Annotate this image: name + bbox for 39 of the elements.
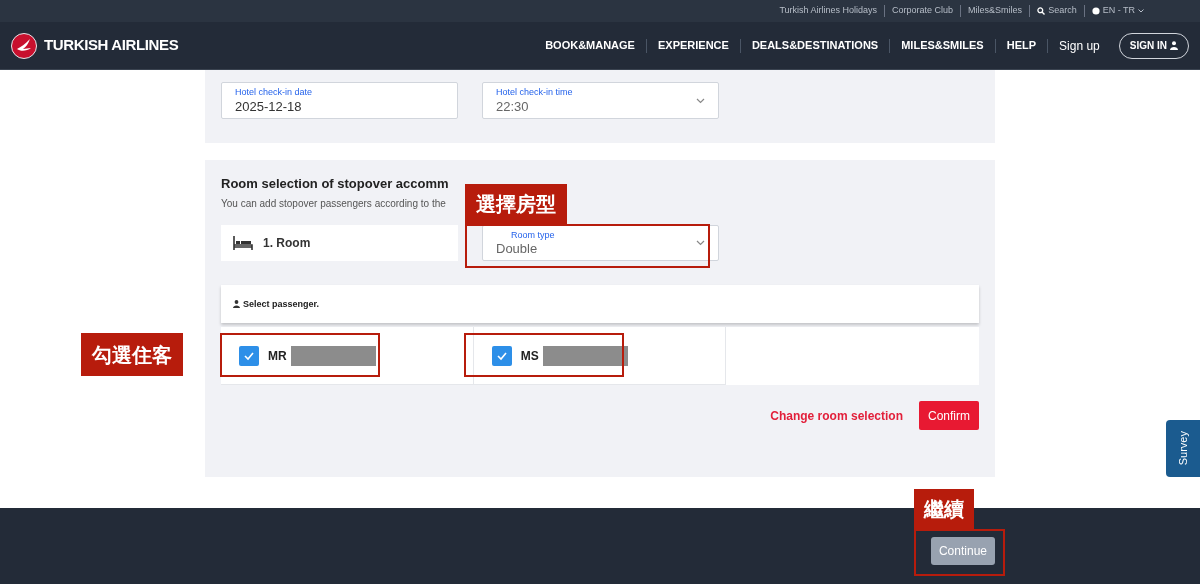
search-icon [1037,7,1046,15]
survey-tab[interactable]: Survey [1166,420,1200,477]
globe-icon [1091,7,1100,15]
chevron-down-icon [696,97,705,104]
user-icon [1170,41,1178,50]
continue-button: Continue [930,537,995,565]
search-link[interactable]: Search [1037,4,1077,18]
brand-name: TURKISH AIRLINES [44,35,179,56]
change-room-link[interactable]: Change room selection [770,406,903,425]
nav-link[interactable]: DEALS&DESTINATIONS [751,37,879,54]
annotation-label: 繼續 [914,489,974,529]
checkin-date-field[interactable]: Hotel check-in date 2025-12-18 [221,82,458,119]
utility-link[interactable]: Corporate Club [892,4,954,18]
passenger-name: MS [520,347,539,365]
checkbox[interactable] [491,345,512,366]
sign-up-link[interactable]: Sign up [1059,36,1100,55]
confirm-button[interactable]: Confirm [919,401,979,431]
bed-icon [233,236,253,251]
nav-link[interactable]: EXPERIENCE [657,37,729,54]
section-subtitle: You can add stopover passengers according to the [221,197,446,212]
nav-link[interactable]: MILES&SMILES [901,37,984,54]
chevron-down-icon [1138,9,1144,13]
nav-link[interactable]: BOOK&MANAGE [545,37,635,54]
utility-link[interactable]: Turkish Airlines Holidays [779,4,878,18]
user-icon [233,300,240,309]
nav-link[interactable]: HELP [1006,37,1037,54]
passenger-name: MR [268,347,287,365]
annotation-label: 選擇房型 [465,184,567,224]
utility-link[interactable]: Miles&Smiles [968,4,1023,18]
checkbox[interactable] [239,345,259,366]
room-card: 1. Room [221,225,458,262]
room-type-select[interactable]: Room type Double [482,225,719,262]
language-selector[interactable]: EN - TR [1091,4,1144,18]
logo-icon [11,32,37,59]
checkin-time-select[interactable]: Hotel check-in time 22:30 [482,82,719,119]
annotation-label: 勾選住客 [81,333,183,376]
chevron-down-icon [696,240,705,247]
section-title: Room selection of stopover accomm [221,176,449,193]
passenger-header: Select passenger. [221,285,979,324]
